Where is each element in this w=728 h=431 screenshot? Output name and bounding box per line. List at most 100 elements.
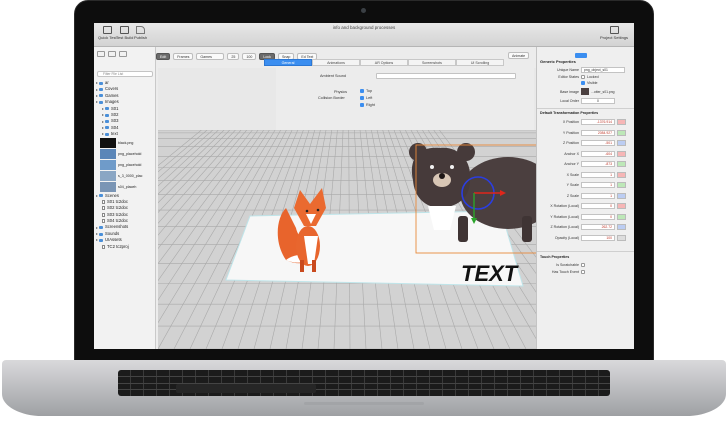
transform-row: Z Rotation (Local) 262.72 [537, 224, 634, 231]
games-select[interactable]: Games [196, 52, 225, 60]
check-right[interactable]: Right [360, 103, 375, 107]
is-scratchable-row: Is Scratchable [537, 262, 634, 269]
base-image-thumb[interactable] [581, 88, 589, 95]
folder-icon [99, 100, 103, 104]
add-icon[interactable] [97, 51, 105, 57]
disclosure-icon[interactable] [102, 107, 104, 110]
tab-animations[interactable]: Animations [312, 59, 360, 66]
spacebar [176, 384, 316, 393]
image-thumbnail [100, 138, 116, 149]
thumbnail-item[interactable]: s04_placeh [96, 182, 156, 193]
thumbnail-label: s_3_0000_plac [118, 174, 143, 179]
base-image-value[interactable]: ...otter_s01.png [591, 90, 615, 94]
transform-value-input[interactable]: 0 [581, 203, 615, 209]
disclosure-icon[interactable] [96, 94, 98, 97]
disclosure-icon[interactable] [96, 82, 98, 85]
axis-color-swatch [617, 192, 626, 199]
window-title: info and background processes [332, 25, 396, 30]
local-order-input[interactable]: 0 [581, 98, 615, 104]
transform-value-input[interactable]: 262.72 [581, 224, 615, 230]
disclosure-icon[interactable] [96, 239, 98, 242]
has-touch-event-row: Has Touch Event [537, 269, 634, 276]
document-icon [102, 244, 105, 249]
file-search-input[interactable]: Filter File List [97, 71, 153, 77]
disclosure-icon[interactable] [96, 88, 98, 91]
thumbnail-label: black.png [118, 141, 134, 146]
disclosure-icon[interactable] [96, 101, 98, 104]
thumbnail-item[interactable]: black.png [96, 138, 156, 149]
transform-row: Z Scale 1 [537, 192, 634, 200]
zoom-level[interactable]: 100 [242, 52, 257, 60]
ambient-sound-field[interactable] [376, 73, 516, 79]
transform-row: Z Position -501 [537, 140, 634, 147]
transform-row: X Position -1376.914 [537, 119, 634, 126]
refresh-icon[interactable] [119, 51, 127, 57]
transform-value-input[interactable]: 100 [581, 234, 615, 241]
tab-screenshots[interactable]: Screenshots [408, 59, 456, 66]
visible-checkbox[interactable]: Visible [581, 81, 598, 86]
generic-properties-heading: Generic Properties [540, 59, 576, 64]
tab-ui-scrolling[interactable]: UI Scrolling [456, 59, 504, 66]
transform-value-input[interactable]: 2084.927 [581, 129, 615, 136]
project-settings-button[interactable]: Project Settings [600, 26, 628, 40]
disclosure-icon[interactable] [96, 226, 98, 229]
touch-heading: Touch Properties [540, 255, 570, 259]
transform-label: Anchor Y [564, 162, 579, 166]
thumbnail-item[interactable]: s_3_0000_plac [96, 171, 156, 182]
quick-test-button[interactable]: Quick Test [98, 26, 117, 40]
transform-row: Anchor Y -873 [537, 161, 634, 168]
is-scratchable-checkbox[interactable] [581, 263, 585, 267]
transform-value-input[interactable]: 1 [581, 182, 615, 188]
transform-label: Z Scale [566, 193, 579, 198]
transform-label: X Rotation (Local) [550, 204, 579, 208]
check-left[interactable]: Left [360, 96, 372, 100]
play-icon [102, 26, 112, 34]
folder-icon [99, 81, 103, 85]
frames-button[interactable]: Frames [173, 52, 194, 60]
disclosure-icon[interactable] [102, 114, 104, 117]
file-tree: ar Covers Games Images S01 S02 S03 S04 text black… [96, 80, 156, 250]
disclosure-icon[interactable] [102, 126, 104, 129]
scene-viewport[interactable]: TEXT Ambient Sound Physics Collision Bor… [158, 68, 536, 349]
sidebar-item-label: text [111, 131, 118, 137]
disclosure-icon[interactable] [102, 120, 104, 123]
file-sidebar: Filter File List ar Covers Games Images S01 S… [94, 47, 156, 349]
text-object[interactable]: TEXT [461, 261, 519, 286]
thumbnail-item[interactable]: png_placehold [96, 149, 156, 160]
zoom-step[interactable]: 25 [227, 52, 240, 60]
checkbox-icon [360, 96, 364, 100]
locked-checkbox[interactable]: Locked [581, 75, 599, 80]
folder-icon[interactable] [108, 51, 116, 57]
tab-general[interactable]: General [264, 59, 312, 66]
transform-value-input[interactable]: -873 [581, 161, 615, 167]
transform-value-input[interactable]: -1376.914 [581, 119, 615, 125]
local-order-row: Local Order 0 [537, 98, 634, 105]
thumbnail-item[interactable]: png_placehold [96, 160, 156, 171]
transform-value-input[interactable]: 0 [581, 213, 615, 220]
checkbox-icon [581, 81, 585, 86]
transform-value-input[interactable]: -604 [581, 150, 615, 157]
unique-name-row: Unique Name png_object_s01 [537, 67, 634, 74]
has-touch-event-checkbox[interactable] [581, 270, 585, 274]
transform-value-input[interactable]: 1 [581, 171, 615, 178]
test-build-button[interactable]: Test Build [116, 26, 133, 40]
check-top[interactable]: Top [360, 89, 372, 93]
disclosure-icon[interactable] [96, 233, 98, 236]
inspector-mode-icon[interactable] [575, 53, 587, 58]
edit-button[interactable]: Edit [156, 52, 171, 60]
tab-ar-options[interactable]: AR Options [360, 59, 408, 66]
divider [537, 108, 634, 109]
publish-button[interactable]: Publish [134, 26, 147, 40]
disclosure-icon[interactable] [96, 194, 98, 197]
build-icon [120, 26, 130, 34]
unique-name-input[interactable]: png_object_s01 [581, 67, 625, 73]
disclosure-icon[interactable] [102, 133, 104, 136]
folder-icon [105, 113, 109, 117]
thumbnail-label: png_placehold [118, 163, 142, 168]
transform-value-input[interactable]: -501 [581, 140, 615, 146]
transform-row: Y Position 2084.927 [537, 129, 634, 137]
sidebar-item[interactable]: TC2 tc2proj [96, 244, 156, 250]
transform-label: Anchor X [564, 151, 579, 156]
animate-button[interactable]: Animate [508, 52, 530, 59]
transform-value-input[interactable]: 1 [581, 192, 615, 199]
